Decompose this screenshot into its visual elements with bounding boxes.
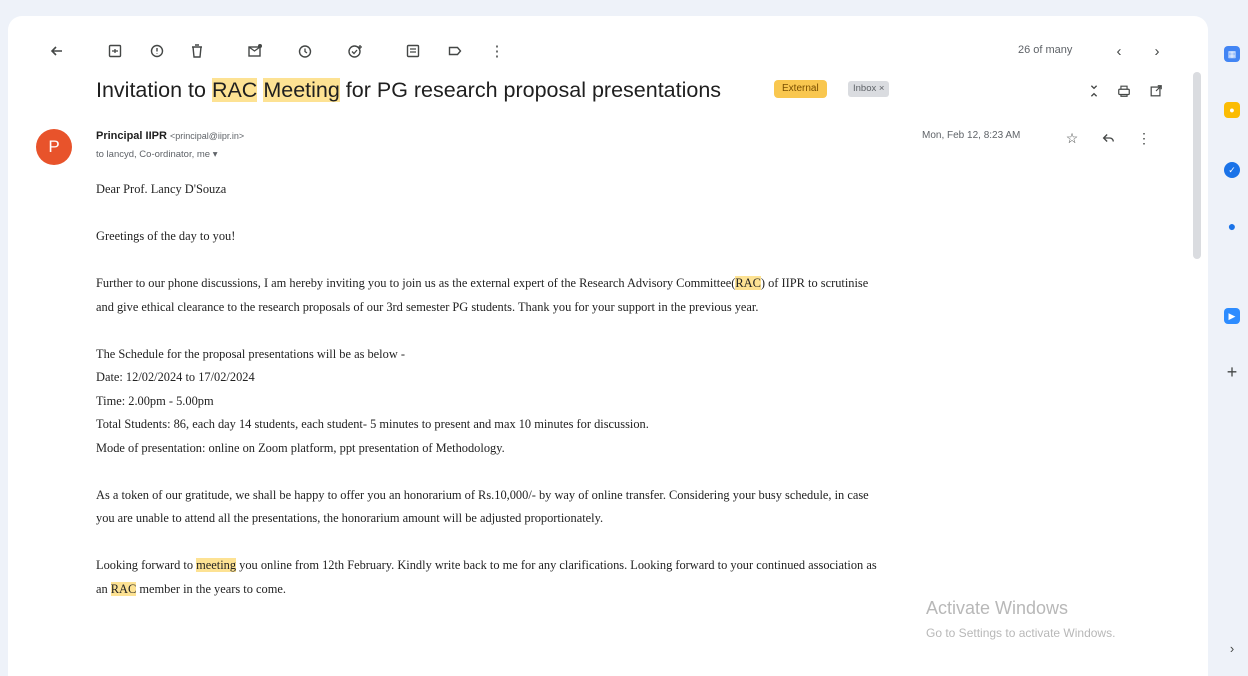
greeting: Greetings of the day to you! [96, 229, 236, 243]
activate-windows-watermark: Activate Windows [926, 598, 1069, 618]
pager-text: 26 of many [1018, 44, 1073, 56]
more-vert-icon[interactable]: ⋮ [486, 40, 508, 62]
zoom-icon[interactable]: ▶ [1224, 308, 1240, 324]
print-icon[interactable] [1114, 81, 1134, 101]
external-badge: External [774, 80, 827, 98]
report-spam-icon[interactable] [146, 40, 168, 62]
back-icon[interactable] [46, 40, 68, 62]
collapse-all-icon[interactable] [1084, 81, 1104, 101]
invitation-paragraph: Further to our phone discussions, I am h… [96, 272, 1176, 296]
schedule-date: Date: 12/02/2024 to 17/02/2024 [96, 370, 255, 384]
reply-icon[interactable] [1098, 128, 1118, 148]
mark-unread-icon[interactable] [244, 40, 266, 62]
add-task-icon[interactable] [344, 40, 366, 62]
schedule-intro: The Schedule for the proposal presentati… [96, 346, 405, 361]
salutation: Dear Prof. Lancy D'Souza [96, 182, 227, 196]
add-addon-icon[interactable]: + [1224, 362, 1240, 382]
message-body: Dear Prof. Lancy D'Souza Greetings of th… [96, 178, 1176, 601]
prev-icon[interactable]: ‹ [1108, 40, 1130, 62]
subject: Invitation to RAC Meeting for PG researc… [96, 78, 721, 103]
subject-text-1: Invitation to [96, 78, 212, 102]
recipients-dropdown[interactable]: to lancyd, Co-ordinator, me ▾ [96, 149, 217, 160]
closing-line1: Looking forward to meeting you online fr… [96, 554, 1176, 578]
delete-icon[interactable] [186, 40, 208, 62]
contacts-icon[interactable]: ● [1224, 218, 1240, 234]
scrollbar-thumb[interactable] [1193, 72, 1201, 259]
sender-avatar[interactable]: P [36, 129, 72, 165]
subject-highlight-rac: RAC [211, 78, 258, 102]
message-date: Mon, Feb 12, 8:23 AM [922, 130, 1021, 141]
tasks-icon[interactable]: ✓ [1224, 162, 1240, 178]
next-icon[interactable]: › [1146, 40, 1168, 62]
para1-text: Further to our phone discussions, I am h… [96, 276, 736, 290]
expand-panel-icon[interactable]: › [1224, 640, 1240, 656]
closing-text-d: member in the years to come. [136, 581, 286, 596]
schedule-time: Time: 2.00pm - 5.00pm [96, 393, 214, 408]
calendar-icon[interactable]: ▦ [1224, 46, 1240, 62]
activate-windows-subtext: Go to Settings to activate Windows. [926, 626, 1116, 640]
side-panel: ▦ ● ✓ ● ▶ + › [1214, 0, 1248, 660]
subject-highlight-meeting: Meeting [263, 78, 340, 102]
invitation-paragraph-line2: and give ethical clearance to the resear… [96, 299, 759, 314]
schedule-mode: Mode of presentation: online on Zoom pla… [96, 440, 505, 455]
open-new-window-icon[interactable] [1146, 81, 1166, 101]
keep-icon[interactable]: ● [1224, 102, 1240, 118]
sender-line: Principal IIPR <principal@iipr.in> [96, 130, 244, 142]
body-highlight-meeting: meeting [196, 558, 237, 572]
message-toolbar: ⋮ 26 of many ‹ › [0, 36, 1200, 64]
closing-text-b: you online from 12th February. Kindly wr… [236, 558, 877, 572]
inbox-label-chip[interactable]: Inbox × [848, 81, 890, 97]
schedule-students: Total Students: 86, each day 14 students… [96, 417, 649, 431]
honorarium-line2: you are unable to attend all the present… [96, 511, 604, 525]
snooze-icon[interactable] [294, 40, 316, 62]
more-options-icon[interactable]: ⋮ [1134, 128, 1154, 148]
closing-text-c: an [96, 581, 111, 596]
subject-row: Invitation to RAC Meeting for PG researc… [96, 78, 1196, 112]
move-to-icon[interactable] [402, 40, 424, 62]
sender-email: <principal@iipr.in> [169, 131, 245, 141]
body-highlight-rac-2: RAC [110, 581, 137, 596]
star-icon[interactable]: ☆ [1062, 128, 1082, 148]
honorarium-line1: As a token of our gratitude, we shall be… [96, 487, 869, 502]
label-icon[interactable] [444, 40, 466, 62]
body-highlight-rac: RAC [735, 276, 761, 290]
para1-text-end: ) of IIPR to scrutinise [760, 276, 869, 290]
subject-text-2: for PG research proposal presentations [339, 78, 722, 102]
sender-name[interactable]: Principal IIPR [96, 130, 167, 142]
archive-icon[interactable] [104, 40, 126, 62]
closing-text-a: Looking forward to [96, 558, 197, 572]
